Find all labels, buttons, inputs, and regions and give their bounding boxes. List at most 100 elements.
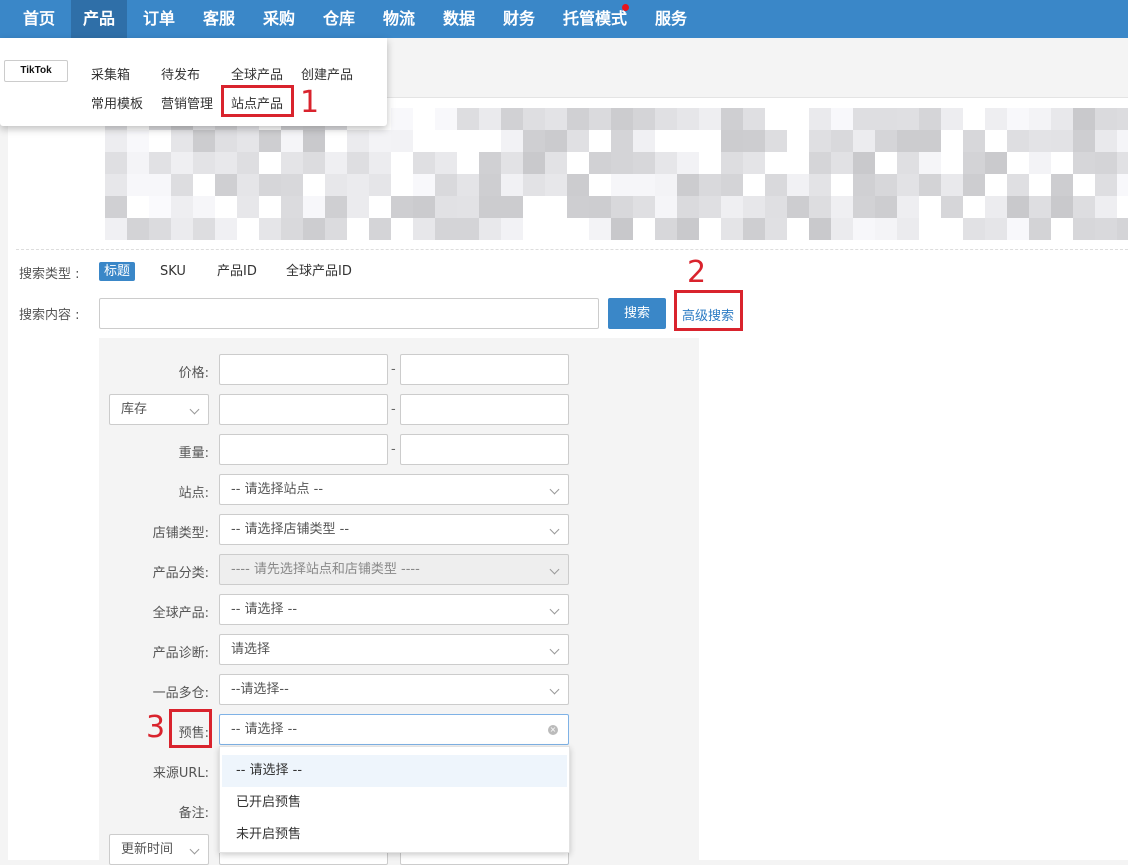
mosaic-tile [303, 152, 325, 174]
menu-item-create-product[interactable]: 创建产品 [301, 64, 353, 83]
mosaic-tile [611, 152, 633, 174]
mosaic-tile [259, 218, 281, 240]
weight-max-input[interactable] [400, 434, 569, 465]
category-label: 产品分类: [152, 566, 209, 581]
mosaic-tile [457, 196, 479, 218]
mosaic-tile [589, 152, 611, 174]
tab-sku[interactable]: SKU [160, 262, 186, 281]
mosaic-tile [193, 130, 215, 152]
stock-max-input[interactable] [400, 394, 569, 425]
search-input[interactable] [99, 298, 599, 329]
mosaic-tile [1095, 108, 1117, 130]
mosaic-tile [963, 174, 985, 196]
mosaic-tile [633, 196, 655, 218]
mosaic-tile [699, 196, 721, 218]
nav-item-products[interactable]: 产品 [71, 0, 127, 38]
mosaic-tile [1007, 108, 1029, 130]
tab-global-product-id[interactable]: 全球产品ID [286, 262, 352, 281]
mosaic-tile [1117, 152, 1128, 174]
nav-item-finance[interactable]: 财务 [491, 0, 547, 38]
shop-type-select[interactable]: -- 请选择店铺类型 -- [219, 514, 569, 545]
presale-option[interactable]: -- 请选择 -- [222, 755, 567, 787]
multi-warehouse-select[interactable]: --请选择-- [219, 674, 569, 705]
mosaic-tile [919, 152, 941, 174]
mosaic-tile [1029, 130, 1051, 152]
tab-product-id[interactable]: 产品ID [217, 262, 257, 281]
mosaic-tile [787, 174, 809, 196]
price-min-input[interactable] [219, 354, 388, 385]
mosaic-tile [611, 108, 633, 130]
annotation-box-1 [221, 85, 294, 117]
global-product-select[interactable]: -- 请选择 -- [219, 594, 569, 625]
mosaic-tile [347, 152, 369, 174]
search-button[interactable]: 搜索 [608, 298, 666, 329]
site-select[interactable]: -- 请选择站点 -- [219, 474, 569, 505]
update-time-select[interactable]: 更新时间 [109, 834, 209, 865]
blurred-content [105, 108, 1128, 240]
mosaic-tile [523, 174, 545, 196]
menu-item-global-products[interactable]: 全球产品 [231, 64, 283, 83]
mosaic-tile [1095, 174, 1117, 196]
weight-min-input[interactable] [219, 434, 388, 465]
mosaic-tile [281, 218, 303, 240]
chevron-down-icon [549, 644, 560, 655]
nav-item-service[interactable]: 客服 [191, 0, 247, 38]
weight-label: 重量: [178, 446, 209, 461]
mosaic-tile [237, 152, 259, 174]
mosaic-tile [105, 152, 127, 174]
mosaic-tile [831, 130, 853, 152]
range-separator: - [391, 402, 396, 417]
mosaic-tile [501, 196, 523, 218]
mosaic-tile [105, 130, 127, 152]
mosaic-tile [897, 152, 919, 174]
nav-item-data[interactable]: 数据 [431, 0, 487, 38]
mosaic-tile [1117, 130, 1128, 152]
presale-option[interactable]: 未开启预售 [222, 819, 567, 851]
mosaic-tile [325, 174, 347, 196]
mosaic-tile [369, 152, 391, 174]
nav-item-orders[interactable]: 订单 [131, 0, 187, 38]
tab-title[interactable]: 标题 [99, 262, 136, 281]
mosaic-tile [677, 196, 699, 218]
menu-item-templates[interactable]: 常用模板 [91, 93, 143, 112]
menu-item-marketing[interactable]: 营销管理 [161, 93, 213, 112]
nav-item-warehouse[interactable]: 仓库 [311, 0, 367, 38]
presale-option[interactable]: 已开启预售 [222, 787, 567, 819]
multi-warehouse-label: 一品多仓: [152, 686, 209, 701]
stock-min-input[interactable] [219, 394, 388, 425]
mosaic-tile [611, 130, 633, 152]
mosaic-tile [875, 130, 897, 152]
mosaic-tile [237, 196, 259, 218]
mosaic-tile [853, 130, 875, 152]
nav-item-purchase[interactable]: 采购 [251, 0, 307, 38]
menu-item-pending-publish[interactable]: 待发布 [161, 64, 200, 83]
mosaic-tile [831, 218, 853, 240]
mosaic-tile [633, 108, 655, 130]
mosaic-tile [633, 130, 655, 152]
mosaic-tile [237, 174, 259, 196]
nav-item-logistics[interactable]: 物流 [371, 0, 427, 38]
mosaic-tile [655, 196, 677, 218]
price-max-input[interactable] [400, 354, 569, 385]
nav-item-home[interactable]: 首页 [10, 0, 68, 38]
stock-select[interactable]: 库存 [109, 394, 209, 425]
clear-icon[interactable]: × [548, 725, 558, 735]
mosaic-tile [963, 130, 985, 152]
mosaic-tile [743, 218, 765, 240]
mosaic-tile [721, 196, 743, 218]
mosaic-tile [325, 218, 347, 240]
note-label: 备注: [178, 806, 209, 821]
menu-item-collection-box[interactable]: 采集箱 [91, 64, 130, 83]
mosaic-tile [413, 218, 435, 240]
presale-select[interactable]: -- 请选择 -- × [219, 714, 569, 745]
tiktok-logo-text: TikTok [20, 65, 52, 76]
diagnosis-select[interactable]: 请选择 [219, 634, 569, 665]
nav-item-services[interactable]: 服务 [643, 0, 699, 38]
mosaic-tile [1117, 108, 1128, 130]
mosaic-tile [875, 174, 897, 196]
mosaic-tile [479, 152, 501, 174]
chevron-down-icon [549, 604, 560, 615]
mosaic-tile [897, 174, 919, 196]
mosaic-tile [127, 152, 149, 174]
annotation-number-2: 2 [687, 255, 707, 290]
